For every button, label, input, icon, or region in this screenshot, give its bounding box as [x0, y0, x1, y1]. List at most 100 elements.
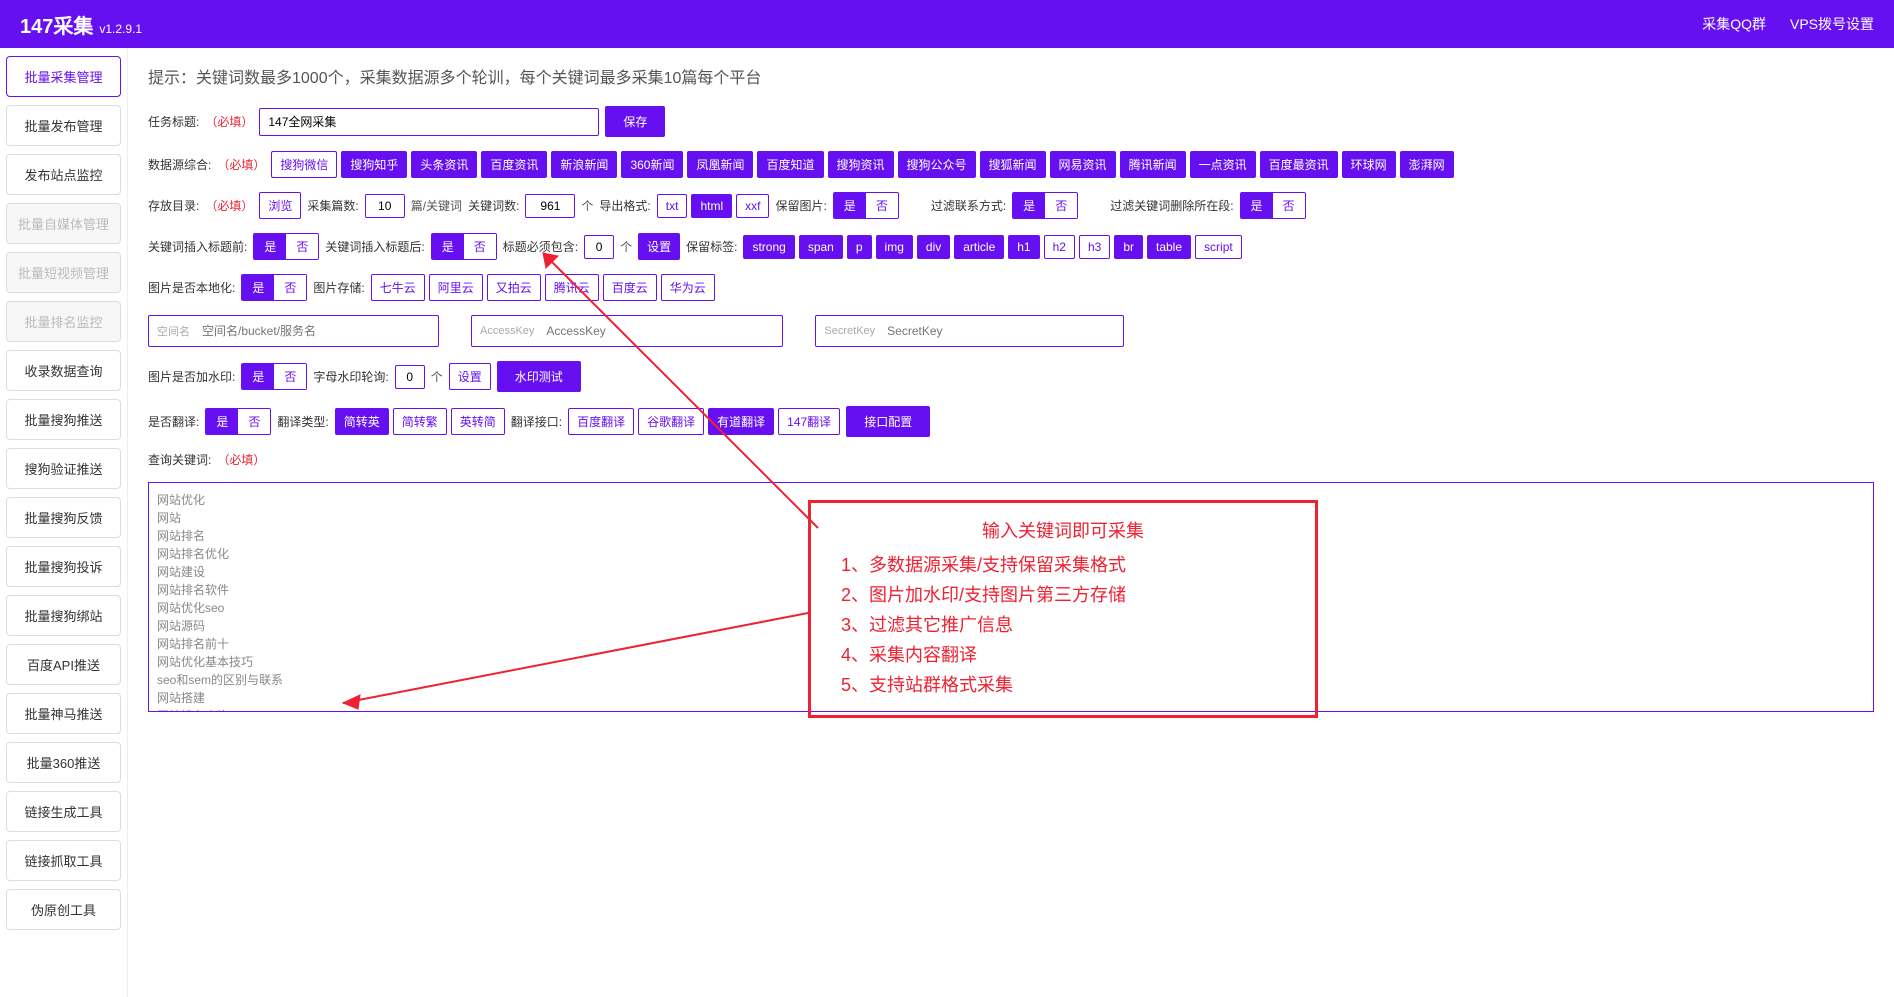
sidebar-item[interactable]: 发布站点监控 — [6, 154, 121, 195]
top-header: 147采集 v1.2.9.1 采集QQ群 VPS拨号设置 — [0, 0, 1894, 48]
sidebar-item[interactable]: 批量神马推送 — [6, 693, 121, 734]
keep-tag[interactable]: script — [1195, 235, 1242, 259]
sidebar-item: 批量短视频管理 — [6, 252, 121, 293]
source-tag[interactable]: 搜狗资讯 — [828, 151, 894, 178]
task-title-required: （必填） — [205, 113, 253, 130]
sidebar-item[interactable]: 批量搜狗绑站 — [6, 595, 121, 636]
source-tag[interactable]: 搜狗知乎 — [341, 151, 407, 178]
annotation-arrow-2-icon — [328, 603, 818, 723]
fmt-label: 导出格式: — [599, 197, 650, 214]
source-required: （必填） — [217, 156, 265, 173]
sidebar-item[interactable]: 伪原创工具 — [6, 889, 121, 930]
keep-tag[interactable]: article — [954, 235, 1004, 259]
source-tag[interactable]: 搜狐新闻 — [980, 151, 1046, 178]
kw-count-label: 关键词数: — [468, 197, 519, 214]
space-input[interactable] — [196, 318, 436, 344]
translate-toggle[interactable]: 是否 — [205, 408, 271, 435]
source-tag[interactable]: 一点资讯 — [1190, 151, 1256, 178]
sidebar-item[interactable]: 收录数据查询 — [6, 350, 121, 391]
logo: 147采集 — [20, 10, 93, 39]
source-tag[interactable]: 澎湃网 — [1400, 151, 1454, 178]
translate-type-tag[interactable]: 简转英 — [335, 408, 389, 435]
browse-button[interactable]: 浏览 — [259, 192, 301, 219]
count-label: 采集篇数: — [307, 197, 358, 214]
format-tag[interactable]: html — [691, 194, 732, 218]
task-title-input[interactable] — [259, 108, 599, 136]
keep-tag[interactable]: br — [1114, 235, 1143, 259]
source-tag[interactable]: 腾讯新闻 — [1120, 151, 1186, 178]
source-label: 数据源综合: — [148, 156, 211, 173]
translate-type-tag[interactable]: 英转简 — [451, 408, 505, 435]
sidebar-item[interactable]: 批量搜狗反馈 — [6, 497, 121, 538]
save-button[interactable]: 保存 — [605, 106, 665, 137]
source-tag[interactable]: 搜狗微信 — [271, 151, 337, 178]
annotation-arrow-1-icon — [528, 238, 828, 538]
watermark-label: 图片是否加水印: — [148, 368, 235, 385]
sidebar-item: 批量排名监控 — [6, 301, 121, 342]
filter-contact-toggle[interactable]: 是否 — [1012, 192, 1078, 219]
source-tag[interactable]: 头条资讯 — [411, 151, 477, 178]
sidebar-item[interactable]: 搜狗验证推送 — [6, 448, 121, 489]
sidebar-item[interactable]: 批量360推送 — [6, 742, 121, 783]
localize-label: 图片是否本地化: — [148, 279, 235, 296]
source-tag[interactable]: 搜狗公众号 — [898, 151, 976, 178]
storage-required: （必填） — [205, 197, 253, 214]
store-tag[interactable]: 七牛云 — [371, 274, 425, 301]
source-tag[interactable]: 百度最资讯 — [1260, 151, 1338, 178]
source-tag[interactable]: 百度知道 — [757, 151, 823, 178]
storage-label: 存放目录: — [148, 197, 199, 214]
format-tag[interactable]: xxf — [736, 194, 769, 218]
keep-tag[interactable]: p — [847, 235, 872, 259]
insert-after-toggle[interactable]: 是否 — [431, 233, 497, 260]
rotate-label: 字母水印轮询: — [313, 368, 388, 385]
source-tag[interactable]: 网易资讯 — [1050, 151, 1116, 178]
img-store-label: 图片存储: — [313, 279, 364, 296]
sidebar-item[interactable]: 批量发布管理 — [6, 105, 121, 146]
keep-tag[interactable]: h2 — [1044, 235, 1075, 259]
source-tag[interactable]: 凤凰新闻 — [687, 151, 753, 178]
api-config-button[interactable]: 接口配置 — [846, 406, 930, 437]
annotation-box: 输入关键词即可采集 1、多数据源采集/支持保留采集格式 2、图片加水印/支持图片… — [808, 500, 1318, 718]
filter-contact-label: 过滤联系方式: — [931, 197, 1006, 214]
version: v1.2.9.1 — [99, 22, 142, 36]
watermark-toggle[interactable]: 是否 — [241, 363, 307, 390]
keep-tag[interactable]: h3 — [1079, 235, 1110, 259]
secretkey-input[interactable] — [881, 318, 1121, 344]
localize-toggle[interactable]: 是否 — [241, 274, 307, 301]
keep-tag[interactable]: div — [917, 235, 950, 259]
keep-tag[interactable]: h1 — [1008, 235, 1039, 259]
insert-before-toggle[interactable]: 是否 — [253, 233, 319, 260]
space-input-group: 空间名 — [148, 315, 439, 347]
translate-type-tag[interactable]: 简转繁 — [393, 408, 447, 435]
keep-tag[interactable]: table — [1147, 235, 1191, 259]
query-kw-label: 查询关键词: — [148, 451, 211, 468]
source-tag[interactable]: 环球网 — [1342, 151, 1396, 178]
secretkey-input-group: SecretKey — [815, 315, 1124, 347]
rotate-input[interactable] — [395, 365, 425, 389]
keep-tag[interactable]: img — [876, 235, 913, 259]
sidebar-item[interactable]: 百度API推送 — [6, 644, 121, 685]
rotate-set-button[interactable]: 设置 — [449, 363, 491, 390]
insert-after-label: 关键词插入标题后: — [325, 238, 424, 255]
hint-text: 提示：关键词数最多1000个，采集数据源多个轮训，每个关键词最多采集10篇每个平… — [148, 64, 1874, 88]
source-tag[interactable]: 360新闻 — [621, 151, 683, 178]
link-vps-settings[interactable]: VPS拨号设置 — [1790, 14, 1874, 34]
sidebar-item[interactable]: 链接生成工具 — [6, 791, 121, 832]
source-tag[interactable]: 新浪新闻 — [551, 151, 617, 178]
translate-label: 是否翻译: — [148, 413, 199, 430]
main-panel: 提示：关键词数最多1000个，采集数据源多个轮训，每个关键词最多采集10篇每个平… — [128, 48, 1894, 997]
sidebar: 批量采集管理批量发布管理发布站点监控批量自媒体管理批量短视频管理批量排名监控收录… — [0, 48, 128, 997]
sidebar-item[interactable]: 链接抓取工具 — [6, 840, 121, 881]
sidebar-item[interactable]: 批量采集管理 — [6, 56, 121, 97]
source-tag[interactable]: 百度资讯 — [481, 151, 547, 178]
sidebar-item[interactable]: 批量搜狗投诉 — [6, 546, 121, 587]
link-qq-group[interactable]: 采集QQ群 — [1702, 14, 1766, 34]
del-para-toggle[interactable]: 是否 — [1240, 192, 1306, 219]
sidebar-item[interactable]: 批量搜狗推送 — [6, 399, 121, 440]
kw-count-input[interactable] — [525, 194, 575, 218]
store-tag[interactable]: 阿里云 — [429, 274, 483, 301]
keep-img-toggle[interactable]: 是否 — [833, 192, 899, 219]
count-input[interactable] — [365, 194, 405, 218]
format-tag[interactable]: txt — [657, 194, 688, 218]
task-title-label: 任务标题: — [148, 113, 199, 130]
